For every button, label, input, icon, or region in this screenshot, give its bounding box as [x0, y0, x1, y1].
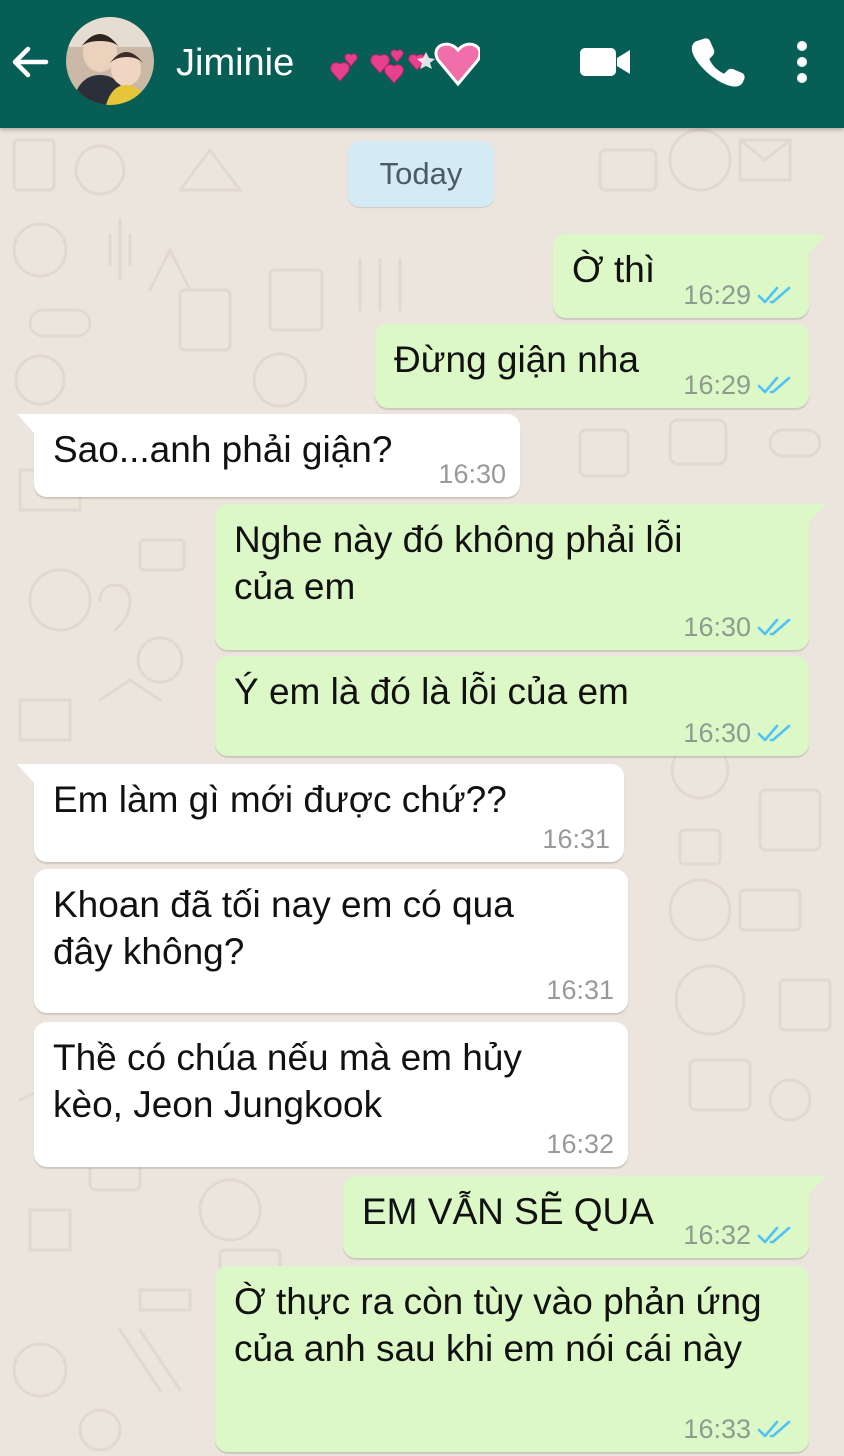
back-button[interactable] [6, 38, 54, 86]
message-text: Ờ thực ra còn tùy vào phản ứng của anh s… [234, 1281, 762, 1369]
message-meta: 16:29 [683, 278, 795, 312]
back-arrow-icon [12, 46, 49, 78]
message-text: EM VẪN SẼ QUA [362, 1191, 654, 1232]
message-bubble-outgoing[interactable]: Ờ thực ra còn tùy vào phản ứng của anh s… [215, 1266, 809, 1452]
message-meta: 16:32 [546, 1127, 614, 1161]
date-separator: Today [348, 141, 494, 207]
message-text: Em làm gì mới được chứ?? [53, 779, 507, 820]
read-receipt-icon [757, 286, 791, 304]
message-text: Nghe này đó không phải lỗi của em [234, 519, 683, 607]
read-receipt-icon [757, 724, 791, 742]
bubble-tail [17, 764, 35, 784]
avatar-photo [66, 17, 154, 105]
message-meta: 16:30 [683, 716, 795, 750]
message-text: Sao...anh phải giận? [53, 429, 393, 470]
message-bubble-incoming[interactable]: Sao...anh phải giận? 16:30 [17, 414, 520, 497]
video-camera-icon [580, 48, 630, 76]
message-bubble-incoming[interactable]: Em làm gì mới được chứ?? 16:31 [17, 764, 624, 862]
message-time: 16:30 [683, 612, 751, 642]
message-meta: 16:33 [683, 1412, 795, 1446]
message-meta: 16:29 [683, 368, 795, 402]
message-bubble-incoming[interactable]: Khoan đã tối nay em có qua đây không? 16… [34, 869, 628, 1013]
read-receipt-icon [757, 1226, 791, 1244]
bubble-tail [17, 414, 35, 434]
message-time: 16:29 [683, 280, 751, 310]
message-time: 16:29 [683, 370, 751, 400]
message-time: 16:32 [683, 1220, 751, 1250]
phone-icon [691, 38, 745, 87]
message-meta: 16:32 [683, 1218, 795, 1252]
message-bubble-outgoing[interactable]: EM VẪN SẼ QUA 16:32 [343, 1176, 826, 1258]
bubble-tail [808, 1176, 826, 1196]
message-bubble-incoming[interactable]: Thề có chúa nếu mà em hủy kèo, Jeon Jung… [34, 1022, 628, 1167]
message-text: Đừng giận nha [394, 339, 639, 380]
more-options-button[interactable] [782, 36, 822, 88]
avatar[interactable] [66, 17, 154, 105]
message-bubble-outgoing[interactable]: Nghe này đó không phải lỗi của em 16:30 [215, 504, 826, 650]
message-text: Thề có chúa nếu mà em hủy kèo, Jeon Jung… [53, 1037, 522, 1125]
read-receipt-icon [757, 1420, 791, 1438]
message-text: Ý em là đó là lỗi của em [234, 671, 629, 712]
message-time: 16:32 [546, 1129, 614, 1159]
message-time: 16:31 [546, 975, 614, 1005]
voice-call-button[interactable] [690, 36, 746, 88]
chat-header: Jiminie [0, 0, 844, 128]
message-time: 16:30 [438, 459, 506, 489]
read-receipt-icon [757, 376, 791, 394]
message-text: Khoan đã tối nay em có qua đây không? [53, 884, 514, 972]
message-text: Ờ thì [572, 249, 656, 290]
message-time: 16:30 [683, 718, 751, 748]
bubble-tail [808, 504, 826, 524]
video-call-button[interactable] [576, 36, 632, 88]
message-meta: 16:31 [542, 822, 610, 856]
message-bubble-outgoing[interactable]: Đừng giận nha 16:29 [375, 324, 809, 408]
message-bubble-outgoing[interactable]: Ờ thì 16:29 [553, 234, 826, 318]
contact-name[interactable]: Jiminie [176, 40, 294, 86]
message-time: 16:33 [683, 1414, 751, 1444]
hearts-emoji [330, 42, 480, 87]
message-time: 16:31 [542, 824, 610, 854]
message-meta: 16:30 [683, 610, 795, 644]
bubble-tail [808, 234, 826, 254]
message-bubble-outgoing[interactable]: Ý em là đó là lỗi của em 16:30 [215, 656, 809, 756]
message-meta: 16:31 [546, 973, 614, 1007]
read-receipt-icon [757, 618, 791, 636]
more-vert-icon [797, 41, 807, 83]
message-meta: 16:30 [438, 457, 506, 491]
